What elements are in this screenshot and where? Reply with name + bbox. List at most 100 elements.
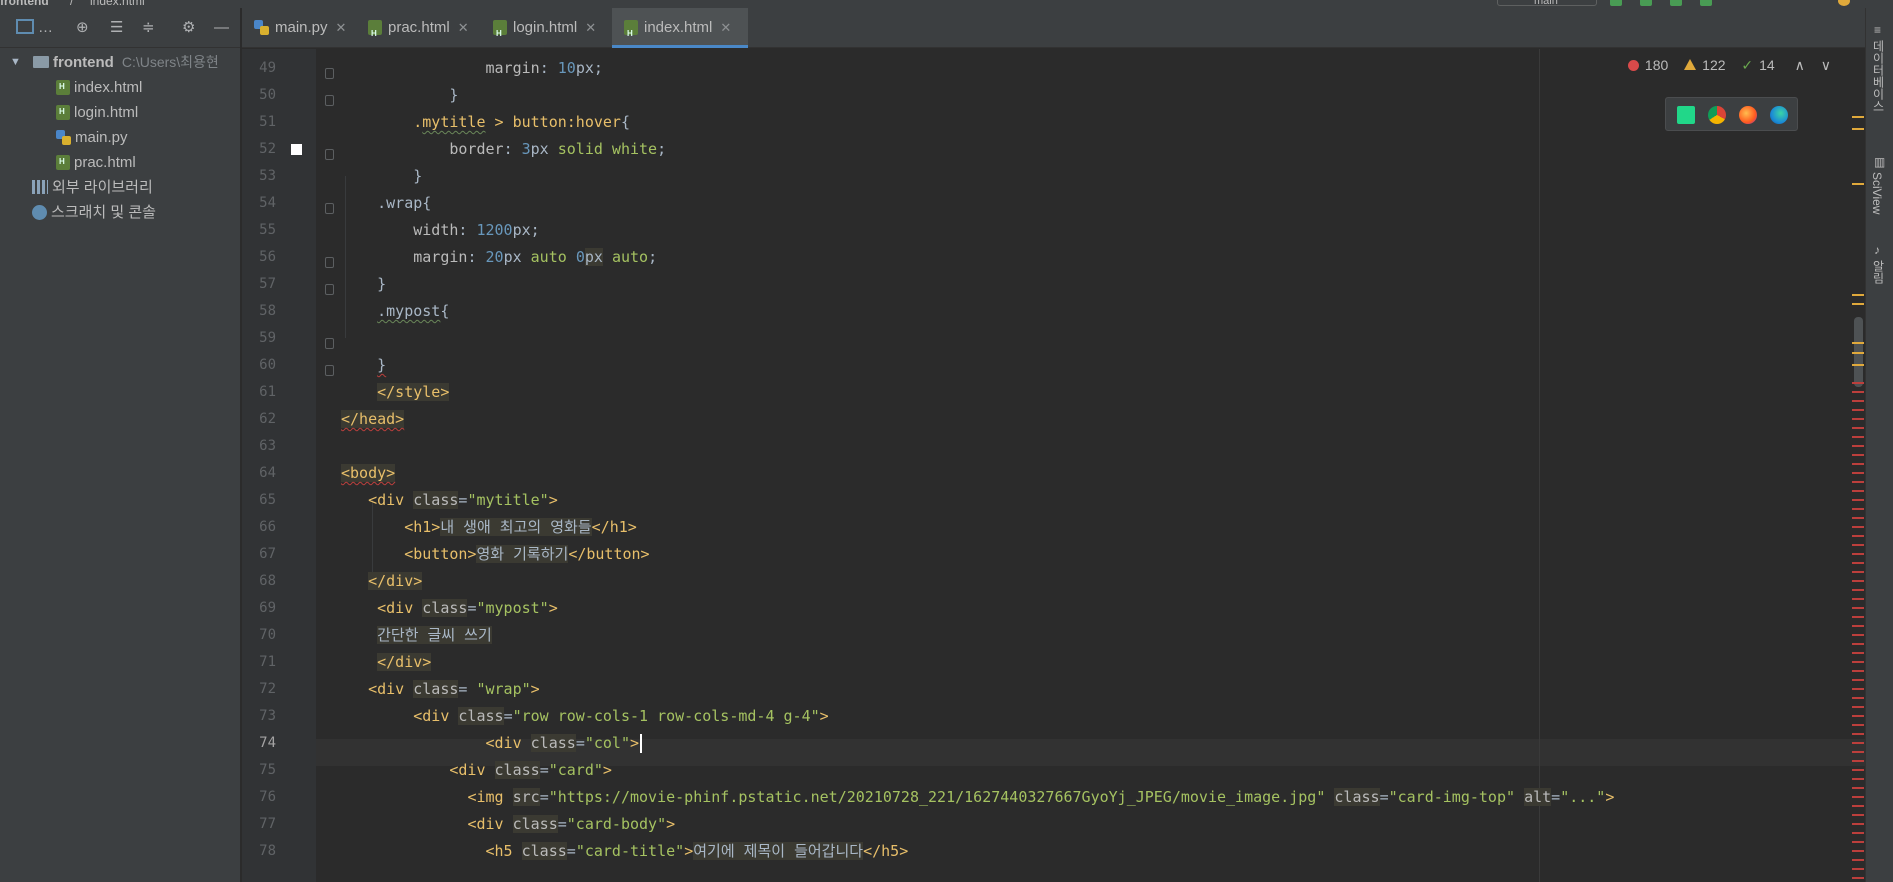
fold-marker-icon[interactable] bbox=[325, 149, 334, 160]
error-marker[interactable] bbox=[1852, 580, 1864, 582]
warning-marker[interactable] bbox=[1852, 116, 1864, 118]
tree-item-file[interactable]: index.html bbox=[56, 74, 142, 100]
bookmark-icon[interactable] bbox=[291, 144, 302, 155]
error-marker[interactable] bbox=[1852, 751, 1864, 753]
error-marker[interactable] bbox=[1852, 571, 1864, 573]
inspection-widget[interactable]: 180 122 ✓ 14 ∧ ∨ bbox=[1622, 57, 1831, 77]
error-marker[interactable] bbox=[1852, 670, 1864, 672]
breadcrumb-file[interactable]: index.html bbox=[90, 0, 145, 8]
line-number[interactable]: 70 bbox=[242, 622, 276, 649]
error-marker[interactable] bbox=[1852, 535, 1864, 537]
line-number[interactable]: 73 bbox=[242, 703, 276, 730]
database-icon[interactable]: ≡ bbox=[1874, 24, 1886, 36]
tree-item-file[interactable]: prac.html bbox=[56, 149, 136, 175]
error-marker[interactable] bbox=[1852, 769, 1864, 771]
tab-prac-html[interactable]: prac.html ✕ bbox=[356, 8, 481, 54]
error-marker[interactable] bbox=[1852, 499, 1864, 501]
warning-marker[interactable] bbox=[1852, 303, 1864, 305]
error-marker[interactable] bbox=[1852, 490, 1864, 492]
error-marker[interactable] bbox=[1852, 472, 1864, 474]
tab-login-html[interactable]: login.html ✕ bbox=[481, 8, 612, 54]
error-marker[interactable] bbox=[1852, 616, 1864, 618]
profile-icon[interactable] bbox=[1700, 0, 1712, 6]
edge-icon[interactable] bbox=[1770, 106, 1788, 124]
previous-highlight-icon[interactable]: ∧ bbox=[1795, 57, 1805, 73]
fold-marker-icon[interactable] bbox=[325, 257, 334, 268]
warning-marker[interactable] bbox=[1852, 128, 1864, 130]
error-marker[interactable] bbox=[1852, 724, 1864, 726]
line-number[interactable]: 60 bbox=[242, 352, 276, 379]
error-marker[interactable] bbox=[1852, 463, 1864, 465]
tree-item-frontend[interactable]: ▼ frontend C:\Users\최용현 bbox=[0, 50, 240, 75]
expand-all-icon[interactable]: ☰ bbox=[110, 20, 123, 36]
debug-icon[interactable] bbox=[1640, 0, 1652, 6]
fold-marker-icon[interactable] bbox=[325, 68, 334, 79]
error-marker[interactable] bbox=[1852, 508, 1864, 510]
warning-marker[interactable] bbox=[1852, 342, 1864, 344]
line-number[interactable]: 78 bbox=[242, 838, 276, 865]
error-marker[interactable] bbox=[1852, 832, 1864, 834]
run-icon[interactable] bbox=[1610, 0, 1622, 6]
line-number[interactable]: 49 bbox=[242, 55, 276, 82]
firefox-icon[interactable] bbox=[1739, 106, 1757, 124]
error-marker[interactable] bbox=[1852, 400, 1864, 402]
line-number[interactable]: 53 bbox=[242, 163, 276, 190]
line-number[interactable]: 64 bbox=[242, 460, 276, 487]
gear-icon[interactable]: ⚙ bbox=[182, 20, 195, 36]
warning-marker[interactable] bbox=[1852, 294, 1864, 296]
error-marker[interactable] bbox=[1852, 814, 1864, 816]
error-marker[interactable] bbox=[1852, 517, 1864, 519]
fold-marker-icon[interactable] bbox=[325, 338, 334, 349]
update-icon[interactable] bbox=[1838, 0, 1850, 6]
line-number[interactable]: 69 bbox=[242, 595, 276, 622]
tool-window-database[interactable]: 데이터베이스 bbox=[1870, 40, 1887, 112]
error-marker[interactable] bbox=[1852, 544, 1864, 546]
more-icon[interactable]: … bbox=[38, 20, 53, 36]
line-number[interactable]: 72 bbox=[242, 676, 276, 703]
error-marker[interactable] bbox=[1852, 679, 1864, 681]
error-marker[interactable] bbox=[1852, 526, 1864, 528]
error-marker[interactable] bbox=[1852, 697, 1864, 699]
close-icon[interactable]: ✕ bbox=[720, 20, 731, 35]
tree-item-file[interactable]: login.html bbox=[56, 99, 138, 125]
sciview-icon[interactable]: ▥ bbox=[1874, 156, 1886, 168]
error-marker[interactable] bbox=[1852, 445, 1864, 447]
pycharm-browser-icon[interactable] bbox=[1677, 106, 1695, 124]
warning-marker[interactable] bbox=[1852, 352, 1864, 354]
line-number[interactable]: 54 bbox=[242, 190, 276, 217]
tree-item-scratches[interactable]: 스크래치 및 콘솔 bbox=[32, 200, 156, 225]
line-number[interactable]: 63 bbox=[242, 433, 276, 460]
error-marker[interactable] bbox=[1852, 787, 1864, 789]
tab-main-py[interactable]: main.py ✕ bbox=[242, 8, 356, 48]
error-marker[interactable] bbox=[1852, 553, 1864, 555]
project-view-icon[interactable] bbox=[16, 19, 34, 34]
code-line-current[interactable]: <div class="col"> bbox=[341, 730, 643, 757]
error-marker[interactable] bbox=[1852, 391, 1864, 393]
fold-marker-icon[interactable] bbox=[325, 365, 334, 376]
error-marker[interactable] bbox=[1852, 841, 1864, 843]
error-marker[interactable] bbox=[1852, 481, 1864, 483]
line-number[interactable]: 77 bbox=[242, 811, 276, 838]
error-marker[interactable] bbox=[1852, 760, 1864, 762]
line-number[interactable]: 57 bbox=[242, 271, 276, 298]
line-number[interactable]: 52 bbox=[242, 136, 276, 163]
close-icon[interactable]: ✕ bbox=[336, 20, 347, 35]
error-marker[interactable] bbox=[1852, 877, 1864, 879]
error-marker[interactable] bbox=[1852, 589, 1864, 591]
tree-item-external-libraries[interactable]: 외부 라이브러리 bbox=[32, 175, 153, 200]
error-marker[interactable] bbox=[1852, 454, 1864, 456]
error-marker[interactable] bbox=[1852, 850, 1864, 852]
error-marker[interactable] bbox=[1852, 436, 1864, 438]
line-number[interactable]: 58 bbox=[242, 298, 276, 325]
line-number[interactable]: 74 bbox=[242, 730, 276, 757]
locate-icon[interactable]: ⊕ bbox=[76, 20, 89, 36]
error-marker[interactable] bbox=[1852, 634, 1864, 636]
code-editor[interactable]: 49 50 51 52 53 54 55 56 57 58 59 60 61 62 63 64 65 66 67 68… bbox=[242, 49, 1865, 882]
error-marker[interactable] bbox=[1852, 706, 1864, 708]
error-marker[interactable] bbox=[1852, 733, 1864, 735]
error-stripe[interactable] bbox=[1849, 49, 1865, 882]
error-marker[interactable] bbox=[1852, 598, 1864, 600]
error-marker[interactable] bbox=[1852, 742, 1864, 744]
collapse-all-icon[interactable]: ≑ bbox=[142, 20, 155, 36]
tab-index-html[interactable]: index.html ✕ bbox=[612, 8, 748, 54]
